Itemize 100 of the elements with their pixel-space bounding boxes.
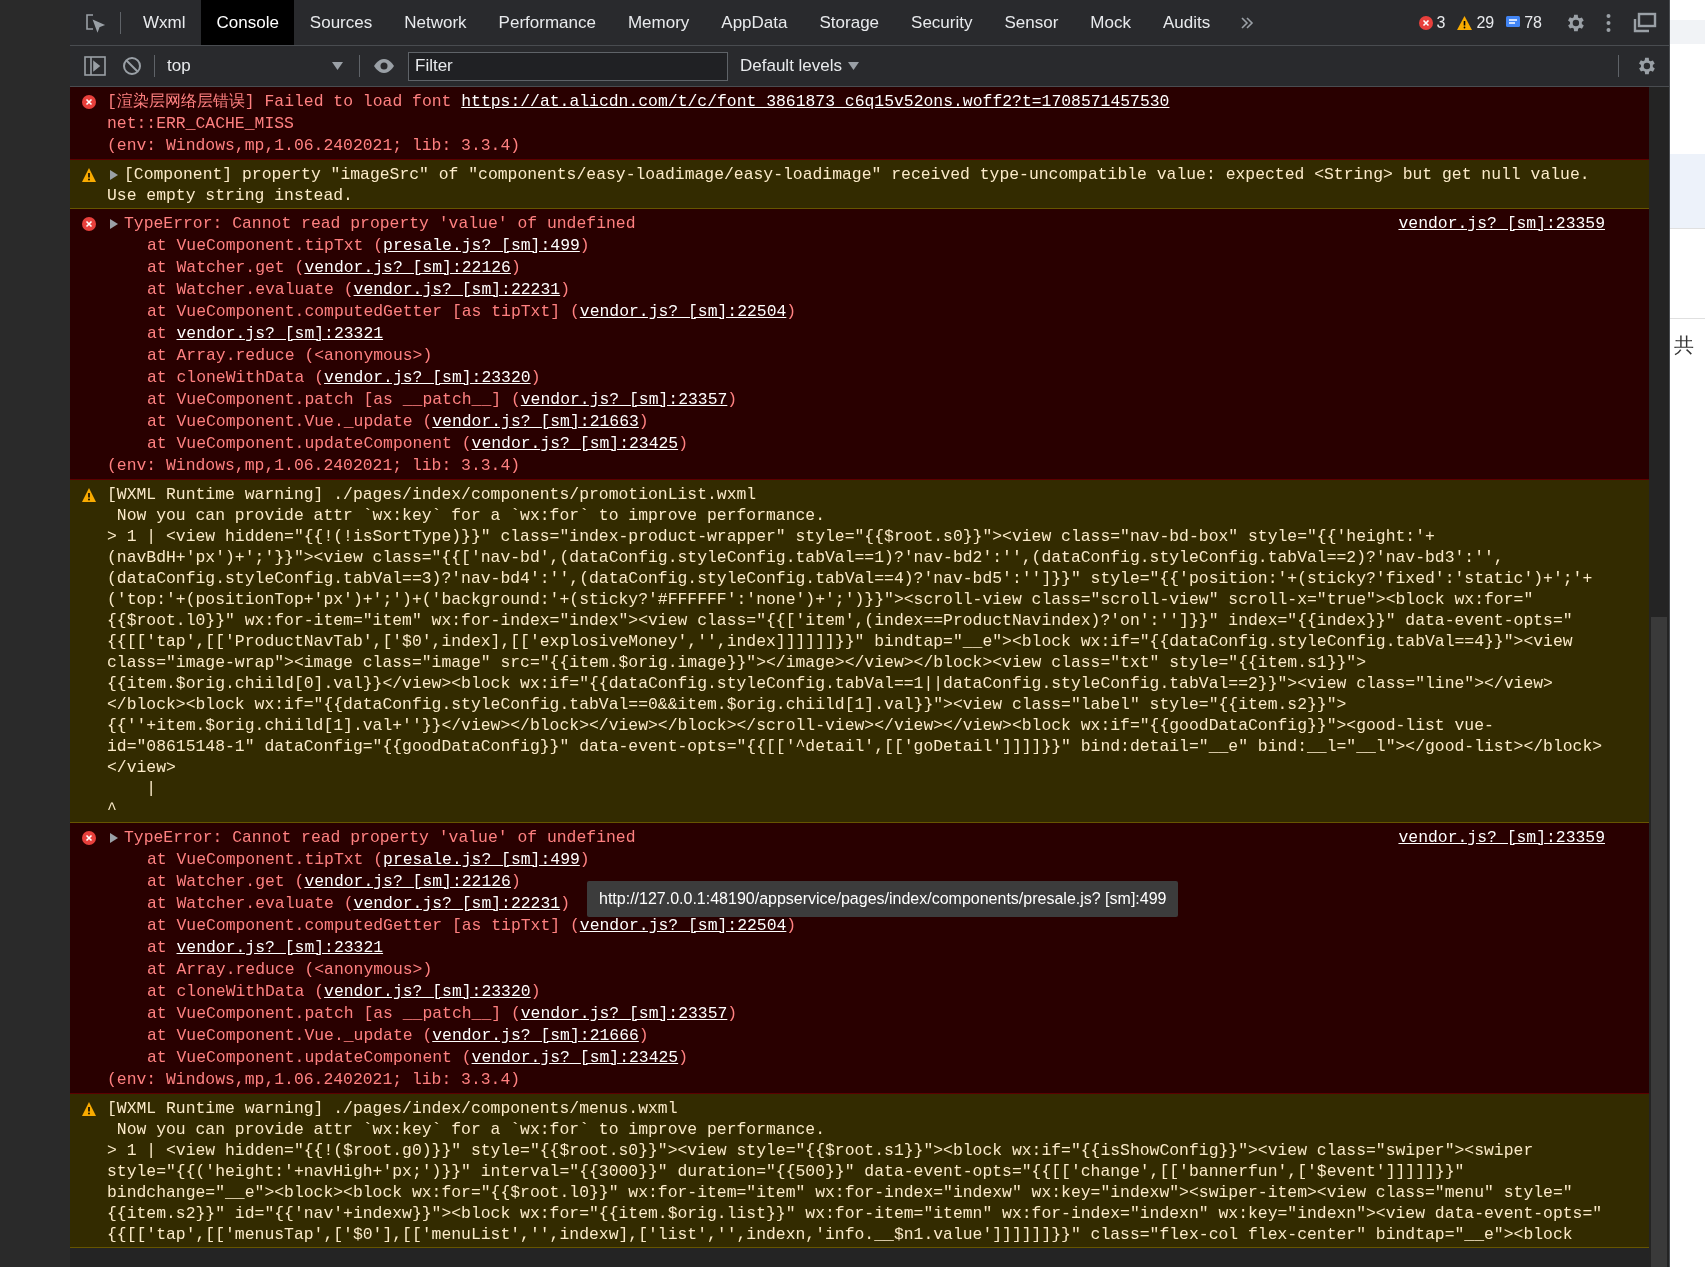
link-tooltip: http://127.0.0.1:48190/appservice/pages/index/components/presale.js? [sm]:499 bbox=[587, 881, 1179, 917]
stack-frame: at VueComponent.patch [as __patch__] (vendor.js? [sm]:23357) bbox=[107, 389, 738, 411]
source-link[interactable]: vendor.js? [sm]:22126 bbox=[304, 872, 511, 891]
panel-tab[interactable]: Memory bbox=[611, 0, 706, 45]
message-text: [Component] property "imageSrc" of "components/easy-loadimage/easy-loadimage" received type-uncompatible value: expected <String> but get null value. bbox=[124, 164, 1590, 185]
message-line: (navBdH+'px')+';'}}"><view class="{{['nav-bd',(dataConfig.styleConfig.tabVal==1)?'nav-bd2':'',(dataConfig.styleConfig.tabVal==2)?'nav-bd3':'', bbox=[107, 547, 1504, 568]
message-line: style="{{('height:'+navHigh+'px;')}}" interval="{{3000}}" duration="{{500}}" data-event-opts="{{[['change',[['bannerfun',['$event']]]]]}}" bbox=[107, 1161, 1465, 1182]
stack-frame: at VueComponent.tipTxt (presale.js? [sm]:499) bbox=[107, 235, 590, 257]
panel-tab[interactable]: Audits bbox=[1146, 0, 1227, 45]
source-link[interactable]: vendor.js? [sm]:23321 bbox=[176, 324, 384, 343]
message-line: </view> bbox=[107, 757, 176, 778]
stack-frame: at VueComponent.updateComponent (vendor.js? [sm]:23425) bbox=[107, 1047, 688, 1069]
warning-icon bbox=[82, 168, 96, 182]
stack-frame: at VueComponent.computedGetter [as tipTxt] (vendor.js? [sm]:22504) bbox=[107, 915, 797, 937]
message-line: ^ bbox=[107, 799, 117, 820]
source-link[interactable]: presale.js? [sm]:499 bbox=[383, 850, 580, 869]
stack-frame: at vendor.js? [sm]:23321 bbox=[107, 323, 384, 345]
stack-frame: at VueComponent.Vue._update (vendor.js? [sm]:21666) bbox=[107, 1025, 649, 1047]
expand-arrow-icon[interactable] bbox=[110, 169, 118, 180]
source-link[interactable]: vendor.js? [sm]:23425 bbox=[471, 434, 679, 453]
stack-frame: at VueComponent.patch [as __patch__] (vendor.js? [sm]:23357) bbox=[107, 1003, 738, 1025]
inspect-icon[interactable] bbox=[84, 11, 106, 34]
message-text: TypeError: Cannot read property 'value' of undefined bbox=[124, 827, 636, 849]
context-dropdown[interactable]: top bbox=[167, 53, 347, 79]
warning-icon bbox=[1457, 15, 1473, 30]
message-line: (env: Windows,mp,1.06.2402021; lib: 3.3.4) bbox=[107, 135, 521, 157]
sidebar-toggle-icon[interactable] bbox=[84, 56, 106, 76]
message-line: ('top:'+(positionTop+'px')+';')+('background:'+(sticky?'#FFFFFF':'none')+';')}}"><scroll-view class="scroll-view" scroll-x="true"><block wx:for=" bbox=[107, 589, 1534, 610]
stack-frame: at VueComponent.updateComponent (vendor.js? [sm]:23425) bbox=[107, 433, 688, 455]
message-line: (dataConfig.styleConfig.tabVal==3)?'nav-bd4':'',(dataConfig.styleConfig.tabVal==4)?'nav-bd5':'']}}" style="{{'position:'+(sticky?'fixed':'static')+';'+ bbox=[107, 568, 1593, 589]
source-link[interactable]: vendor.js? [sm]:22504 bbox=[579, 302, 787, 321]
source-link[interactable]: vendor.js? [sm]:23425 bbox=[471, 1048, 679, 1067]
message-text: [渲染层网络层错误] Failed to load font https://at.alicdn.com/t/c/font_3861873_c6q15v52ons.woff2?t=1708571457530 bbox=[107, 91, 1170, 113]
panel-tab[interactable]: Console bbox=[201, 0, 294, 45]
message-text: [WXML Runtime warning] ./pages/index/components/promotionList.wxml bbox=[107, 484, 757, 505]
message-line: id="08615148-1" dataConfig="{{goodDataConfig}}" data-event-opts="{{[['^detail',[['goDetail']]]]}}" bind:detail="__e" bind:__l="__l"></good-list></block> bbox=[107, 736, 1603, 757]
stack-frame: at cloneWithData (vendor.js? [sm]:23320) bbox=[107, 367, 541, 389]
message-line: Now you can provide attr `wx:key` for a `wx:for` to improve performance. bbox=[115, 1119, 826, 1140]
more-options-icon[interactable] bbox=[1606, 12, 1611, 33]
stack-frame: at vendor.js? [sm]:23321 bbox=[107, 937, 384, 959]
source-link[interactable]: vendor.js? [sm]:23320 bbox=[324, 368, 531, 387]
env-info: (env: Windows,mp,1.06.2402021; lib: 3.3.4) bbox=[107, 1069, 521, 1091]
source-link[interactable]: vendor.js? [sm]:22231 bbox=[353, 894, 561, 913]
stack-frame: at Watcher.get (vendor.js? [sm]:22126) bbox=[107, 871, 521, 893]
message-line: class="image-wrap"><image class="image" src="{{item.$orig.image}}"></image></view></block><view class="txt" style="{{item.s1}}"> bbox=[107, 652, 1366, 673]
caret-icon bbox=[332, 62, 343, 70]
source-link[interactable]: vendor.js? [sm]:21666 bbox=[432, 1026, 639, 1045]
panel-tab[interactable]: Storage bbox=[803, 0, 896, 45]
source-link[interactable]: vendor.js? [sm]:23357 bbox=[520, 1004, 728, 1023]
caret-icon bbox=[848, 62, 860, 70]
panel-tab[interactable]: AppData bbox=[705, 0, 804, 45]
source-link[interactable]: vendor.js? [sm]:22231 bbox=[353, 280, 561, 299]
source-link[interactable]: vendor.js? [sm]:23357 bbox=[520, 390, 728, 409]
warning-count: 29 bbox=[1476, 12, 1495, 33]
source-link[interactable]: vendor.js? [sm]:21663 bbox=[432, 412, 639, 431]
source-link[interactable]: vendor.js? [sm]:23320 bbox=[324, 982, 531, 1001]
expand-arrow-icon[interactable] bbox=[110, 833, 118, 843]
source-link[interactable]: https://at.alicdn.com/t/c/font_3861873_c6q15v52ons.woff2?t=1708571457530 bbox=[461, 92, 1170, 111]
side-panel-text: 共 bbox=[1674, 335, 1695, 355]
more-tabs-icon[interactable] bbox=[1240, 15, 1255, 30]
error-icon bbox=[1418, 15, 1433, 30]
panel-tab[interactable]: Mock bbox=[1074, 0, 1147, 45]
message-line: {{''+item.$orig.chiild[1].val+''}}</view></block></view></block></scroll-view></view></view><block wx:if="{{goodDataConfig}}"><good-list vue- bbox=[107, 715, 1494, 736]
message-line: bindchange="__e"><block><block wx:for="{{$root.l0}}" wx:for-item="item" wx:for-index="indexw" wx:key="indexw"><swiper-item><view class="menu" style=" bbox=[107, 1182, 1573, 1203]
panel-tab[interactable]: Performance bbox=[482, 0, 612, 45]
panel-tab[interactable]: Security bbox=[895, 0, 989, 45]
message-line: Now you can provide attr `wx:key` for a `wx:for` to improve performance. bbox=[115, 505, 826, 526]
clear-icon[interactable] bbox=[122, 56, 142, 76]
message-line: {{[['tap',[['menusTap',['$0'],[['menuList','',indexw],['list','',indexn,'info.__$n1.value']]]]]]}}" class="flex-col flex-center" bindtap="__e"><block bbox=[107, 1224, 1573, 1245]
panel-tab[interactable]: Sensor bbox=[988, 0, 1075, 45]
stack-frame: at Watcher.get (vendor.js? [sm]:22126) bbox=[107, 257, 521, 279]
expand-arrow-icon[interactable] bbox=[110, 219, 118, 229]
message-line: > 1 | <view hidden="{{!($root.g0)}}" style="{{$root.s0}}"><view style="{{$root.s1}}"><block wx:if="{{isShowConfig}}"><view class="swiper"><swiper bbox=[107, 1140, 1534, 1161]
panel-tab[interactable]: Wxml bbox=[127, 0, 202, 45]
stack-frame: at VueComponent.tipTxt (presale.js? [sm]:499) bbox=[107, 849, 590, 871]
message-text: [WXML Runtime warning] ./pages/index/components/menus.wxml bbox=[107, 1098, 678, 1119]
warning-icon bbox=[82, 488, 96, 502]
message-line: | bbox=[145, 778, 157, 799]
dock-icon[interactable] bbox=[1631, 11, 1657, 34]
error-icon bbox=[82, 95, 96, 109]
source-link[interactable]: vendor.js? [sm]:22504 bbox=[579, 916, 787, 935]
message-line: {{[['tap',[['ProductNavTab',['$0',index],[['explosiveMoney','',index]]]]]]}}" bindtap="__e"><block wx:if="{{dataConfig.styleConfig.tabVal==4}}"><view bbox=[107, 631, 1573, 652]
message-line: {{item.$orig.chiild[0].val}}</view><block wx:if="{{dataConfig.styleConfig.tabVal==1||dataConfig.styleConfig.tabVal==2}}"><view class="line"></view> bbox=[107, 673, 1553, 694]
panel-tab[interactable]: Sources bbox=[293, 0, 389, 45]
stack-frame: at VueComponent.computedGetter [as tipTxt] (vendor.js? [sm]:22504) bbox=[107, 301, 797, 323]
levels-dropdown[interactable]: Default levels bbox=[740, 53, 860, 79]
stack-frame: at VueComponent.Vue._update (vendor.js? [sm]:21663) bbox=[107, 411, 649, 433]
filter-field[interactable]: Filter bbox=[408, 51, 728, 81]
source-link[interactable]: vendor.js? [sm]:22126 bbox=[304, 258, 511, 277]
source-link[interactable]: vendor.js? [sm]:23359 bbox=[1398, 827, 1605, 849]
message-icon bbox=[1506, 16, 1521, 29]
message-line: </block><block wx:if="{{dataConfig.styleConfig.tabVal==0&&item.$orig.chiild[1].val}}"><view class="label" style="{{item.s2}}"> bbox=[107, 694, 1347, 715]
panel-header-bar bbox=[1670, 20, 1705, 44]
source-link[interactable]: vendor.js? [sm]:23359 bbox=[1398, 213, 1605, 235]
stack-frame: at Watcher.evaluate (vendor.js? [sm]:22231) bbox=[107, 893, 570, 915]
eye-icon[interactable] bbox=[372, 58, 396, 74]
panel-tab[interactable]: Network bbox=[388, 0, 483, 45]
source-link[interactable]: presale.js? [sm]:499 bbox=[383, 236, 580, 255]
source-link[interactable]: vendor.js? [sm]:23321 bbox=[176, 938, 384, 957]
stack-frame: at Array.reduce (<anonymous>) bbox=[107, 959, 433, 981]
